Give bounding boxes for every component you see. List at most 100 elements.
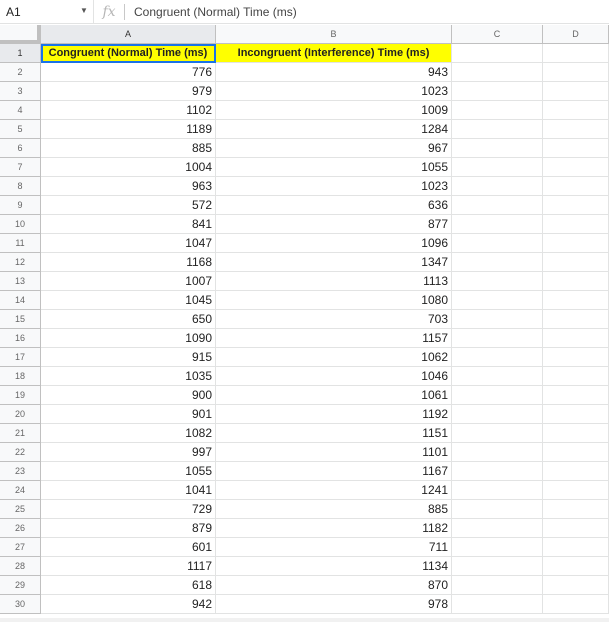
cell-c[interactable]	[452, 329, 543, 348]
cell-a[interactable]: 1035	[41, 367, 216, 386]
row-number[interactable]: 10	[0, 215, 41, 234]
cell-a[interactable]: 1041	[41, 481, 216, 500]
column-header-b[interactable]: B	[216, 25, 452, 44]
cell-a[interactable]: 1055	[41, 462, 216, 481]
cell-c[interactable]	[452, 196, 543, 215]
row-number[interactable]: 5	[0, 120, 41, 139]
cell-c[interactable]	[452, 595, 543, 614]
cell-b[interactable]: 877	[216, 215, 452, 234]
row-number[interactable]: 26	[0, 519, 41, 538]
cell-d[interactable]	[543, 443, 609, 462]
cell-c[interactable]	[452, 291, 543, 310]
row-number[interactable]: 11	[0, 234, 41, 253]
cell-b[interactable]: 885	[216, 500, 452, 519]
cell-a[interactable]: 997	[41, 443, 216, 462]
column-header-c[interactable]: C	[452, 25, 543, 44]
cell-b[interactable]: 1101	[216, 443, 452, 462]
cell-a[interactable]: 572	[41, 196, 216, 215]
cell-d[interactable]	[543, 500, 609, 519]
cell-c[interactable]	[452, 519, 543, 538]
cell-b[interactable]: 711	[216, 538, 452, 557]
cell-a[interactable]: 1045	[41, 291, 216, 310]
cell-b[interactable]: 1023	[216, 177, 452, 196]
row-number[interactable]: 8	[0, 177, 41, 196]
cell-b[interactable]: 1062	[216, 348, 452, 367]
cell-c[interactable]	[452, 462, 543, 481]
cell-a[interactable]: 1117	[41, 557, 216, 576]
cell-d[interactable]	[543, 291, 609, 310]
cell-b[interactable]: 1157	[216, 329, 452, 348]
cell-a[interactable]: 885	[41, 139, 216, 158]
cell-c[interactable]	[452, 538, 543, 557]
row-number[interactable]: 20	[0, 405, 41, 424]
cell-a[interactable]: 1189	[41, 120, 216, 139]
formula-input[interactable]: Congruent (Normal) Time (ms)	[125, 5, 297, 19]
cell-a[interactable]: 1090	[41, 329, 216, 348]
cell-a[interactable]: 1007	[41, 272, 216, 291]
cell-d[interactable]	[543, 63, 609, 82]
cell-b[interactable]: 1167	[216, 462, 452, 481]
row-number[interactable]: 9	[0, 196, 41, 215]
cell-a[interactable]: 915	[41, 348, 216, 367]
cell-c[interactable]	[452, 139, 543, 158]
cell-a[interactable]: 1047	[41, 234, 216, 253]
chevron-down-icon[interactable]: ▼	[80, 6, 88, 15]
row-number[interactable]: 1	[0, 44, 41, 63]
cell-d[interactable]	[543, 82, 609, 101]
cell-a[interactable]: 963	[41, 177, 216, 196]
row-number[interactable]: 15	[0, 310, 41, 329]
cell-d[interactable]	[543, 367, 609, 386]
cell-c[interactable]	[452, 44, 543, 63]
cell-c[interactable]	[452, 177, 543, 196]
cell-a[interactable]: 1004	[41, 158, 216, 177]
row-number[interactable]: 3	[0, 82, 41, 101]
row-number[interactable]: 2	[0, 63, 41, 82]
cell-c[interactable]	[452, 424, 543, 443]
cell-d[interactable]	[543, 177, 609, 196]
cell-d[interactable]	[543, 196, 609, 215]
row-number[interactable]: 21	[0, 424, 41, 443]
header-cell-a[interactable]: Congruent (Normal) Time (ms)	[41, 44, 216, 63]
cell-d[interactable]	[543, 595, 609, 614]
cell-b[interactable]: 1055	[216, 158, 452, 177]
cell-b[interactable]: 1347	[216, 253, 452, 272]
cell-c[interactable]	[452, 576, 543, 595]
cell-a[interactable]: 776	[41, 63, 216, 82]
cell-c[interactable]	[452, 101, 543, 120]
cell-d[interactable]	[543, 101, 609, 120]
row-number[interactable]: 29	[0, 576, 41, 595]
row-number[interactable]: 28	[0, 557, 41, 576]
cell-d[interactable]	[543, 272, 609, 291]
cell-a[interactable]: 1082	[41, 424, 216, 443]
cell-d[interactable]	[543, 348, 609, 367]
cell-b[interactable]: 703	[216, 310, 452, 329]
cell-d[interactable]	[543, 139, 609, 158]
cell-c[interactable]	[452, 234, 543, 253]
cell-c[interactable]	[452, 120, 543, 139]
cell-d[interactable]	[543, 481, 609, 500]
cell-b[interactable]: 1284	[216, 120, 452, 139]
row-number[interactable]: 16	[0, 329, 41, 348]
cell-c[interactable]	[452, 82, 543, 101]
row-number[interactable]: 23	[0, 462, 41, 481]
row-number[interactable]: 7	[0, 158, 41, 177]
row-number[interactable]: 14	[0, 291, 41, 310]
cell-b[interactable]: 1182	[216, 519, 452, 538]
cell-b[interactable]: 967	[216, 139, 452, 158]
row-number[interactable]: 6	[0, 139, 41, 158]
cell-a[interactable]: 618	[41, 576, 216, 595]
cell-d[interactable]	[543, 405, 609, 424]
cell-d[interactable]	[543, 310, 609, 329]
cell-b[interactable]: 1096	[216, 234, 452, 253]
cell-a[interactable]: 942	[41, 595, 216, 614]
cell-d[interactable]	[543, 519, 609, 538]
row-number[interactable]: 18	[0, 367, 41, 386]
row-number[interactable]: 30	[0, 595, 41, 614]
cell-a[interactable]: 979	[41, 82, 216, 101]
row-number[interactable]: 27	[0, 538, 41, 557]
cell-b[interactable]: 1009	[216, 101, 452, 120]
cell-d[interactable]	[543, 557, 609, 576]
cell-d[interactable]	[543, 538, 609, 557]
cell-c[interactable]	[452, 253, 543, 272]
cell-d[interactable]	[543, 576, 609, 595]
